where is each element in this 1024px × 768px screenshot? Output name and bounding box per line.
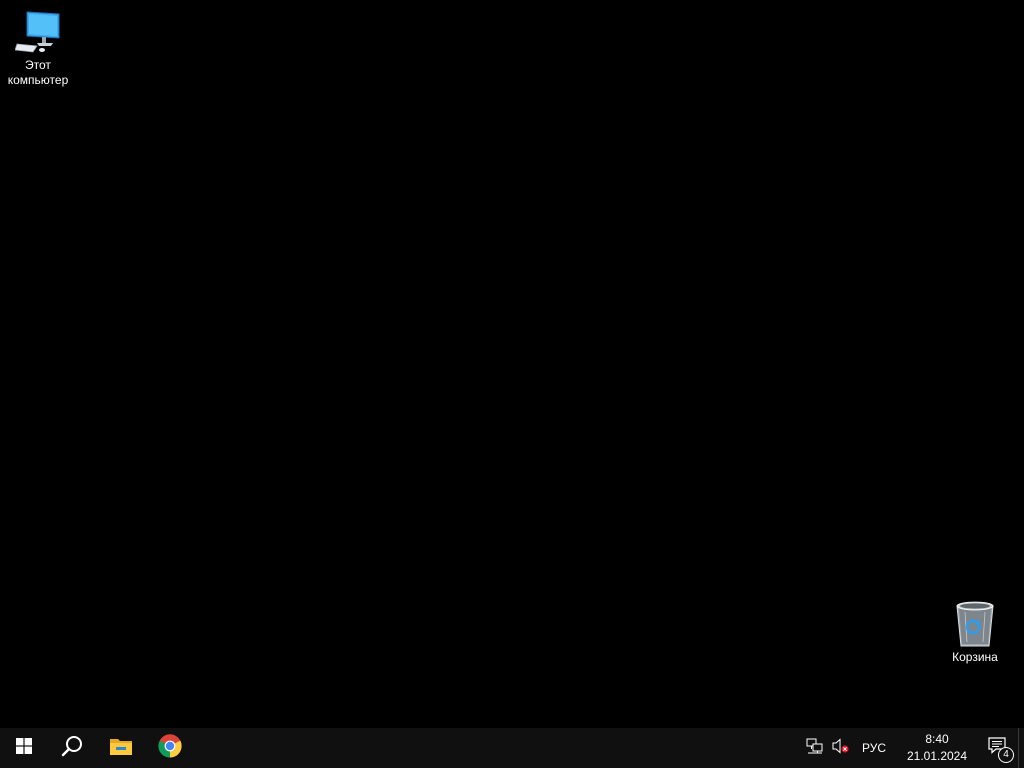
language-indicator[interactable]: РУС [854,728,896,768]
action-center-button[interactable]: 4 [978,728,1018,768]
volume-button[interactable] [828,728,854,768]
network-icon [806,738,824,759]
taskbar: РУС 8:40 21.01.2024 4 [0,728,1024,768]
desktop-icon-recycle-bin[interactable]: Корзина [937,600,1013,665]
windows-start-icon [16,737,32,759]
start-button[interactable] [0,728,48,768]
desktop-icon-label: Корзина [952,650,998,664]
clock-time: 8:40 [925,732,949,746]
chrome-icon [158,733,182,763]
desktop-icon-this-pc[interactable]: Этот компьютер [0,8,76,88]
clock-date: 21.01.2024 [906,749,968,763]
clock[interactable]: 8:40 21.01.2024 [896,728,978,768]
taskbar-file-explorer[interactable] [97,728,145,768]
network-button[interactable] [802,728,828,768]
show-desktop-button[interactable] [1018,728,1024,768]
this-pc-icon [14,8,62,56]
desktop-icon-label: Этот компьютер [7,58,69,87]
search-button[interactable] [48,728,96,768]
recycle-bin-icon [951,600,999,648]
search-icon [61,735,83,762]
notification-count-badge: 4 [998,747,1014,763]
desktop: Этот компьютер Корзина [0,0,1024,728]
taskbar-chrome[interactable] [146,728,194,768]
file-explorer-icon [109,736,133,761]
system-tray: РУС 8:40 21.01.2024 4 [802,728,1024,768]
volume-muted-icon [832,737,850,759]
